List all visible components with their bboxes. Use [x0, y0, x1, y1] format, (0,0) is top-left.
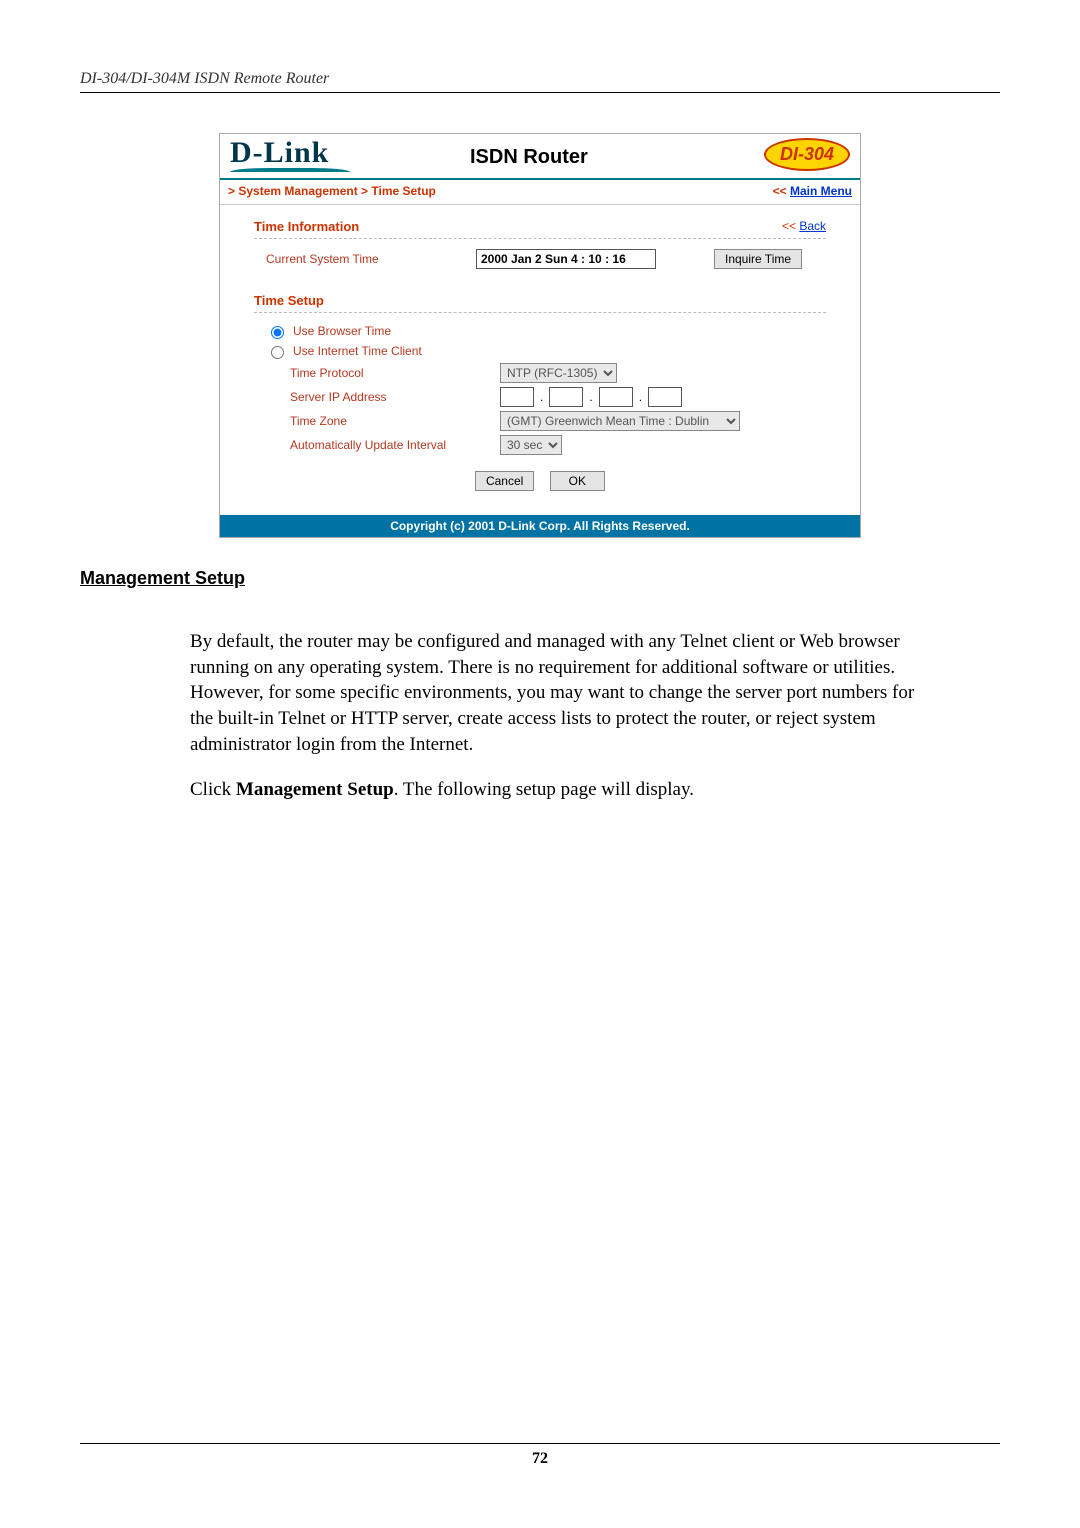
- router-ui-frame: D-Link ISDN Router DI-304 > System Manag…: [219, 133, 861, 538]
- ui-top-bar: D-Link ISDN Router DI-304: [220, 134, 860, 180]
- ok-button[interactable]: OK: [550, 471, 605, 491]
- para2-prefix: Click: [190, 779, 236, 800]
- section-header: Time Information << Back: [254, 219, 826, 239]
- page-number: 72: [532, 1450, 548, 1467]
- section-time-information: Time Information << Back Current System …: [220, 205, 860, 279]
- time-zone-select[interactable]: (GMT) Greenwich Mean Time : Dublin: [500, 411, 740, 431]
- doc-paragraph-1: By default, the router may be configured…: [190, 629, 930, 757]
- main-menu-link[interactable]: << Main Menu: [773, 184, 852, 198]
- ip-octet-3[interactable]: [599, 387, 633, 407]
- ip-octet-2[interactable]: [549, 387, 583, 407]
- label-update-interval: Automatically Update Interval: [254, 438, 500, 452]
- current-time-field[interactable]: [476, 249, 656, 269]
- section-header: Time Setup: [254, 293, 826, 313]
- main-menu-label: Main Menu: [790, 184, 852, 198]
- ip-octet-1[interactable]: [500, 387, 534, 407]
- row-server-ip: Server IP Address . . .: [254, 387, 826, 407]
- product-title: ISDN Router: [470, 146, 588, 169]
- row-current-time: Current System Time Inquire Time: [254, 249, 826, 269]
- brand-logo: D-Link: [230, 136, 329, 170]
- label-server-ip: Server IP Address: [254, 390, 500, 404]
- main-menu-prefix: <<: [773, 184, 790, 198]
- back-label: Back: [799, 219, 826, 233]
- label-time-zone: Time Zone: [254, 414, 500, 428]
- brand-underline: [230, 168, 350, 176]
- radio-internet-time[interactable]: [271, 346, 284, 359]
- row-update-interval: Automatically Update Interval 30 sec: [254, 435, 826, 455]
- document-page: DI-304/DI-304M ISDN Remote Router D-Link…: [0, 0, 1080, 1528]
- back-link[interactable]: << Back: [782, 219, 826, 234]
- doc-section-heading: Management Setup: [80, 568, 1000, 589]
- doc-paragraph-2: Click Management Setup. The following se…: [190, 777, 930, 803]
- section-time-setup: Time Setup Use Browser Time Use Internet…: [220, 279, 860, 515]
- radio-browser-time-row: Use Browser Time: [254, 323, 826, 339]
- update-interval-select[interactable]: 30 sec: [500, 435, 562, 455]
- breadcrumb-bar: > System Management > Time Setup << Main…: [220, 180, 860, 205]
- section-title-time-setup: Time Setup: [254, 293, 324, 308]
- back-prefix: <<: [782, 219, 799, 233]
- label-current-time: Current System Time: [254, 252, 476, 266]
- label-time-protocol: Time Protocol: [254, 366, 500, 380]
- page-header: DI-304/DI-304M ISDN Remote Router: [80, 70, 1000, 93]
- cancel-button[interactable]: Cancel: [475, 471, 534, 491]
- inquire-time-button[interactable]: Inquire Time: [714, 249, 802, 269]
- radio-internet-time-row: Use Internet Time Client: [254, 343, 826, 359]
- breadcrumb: > System Management > Time Setup: [228, 184, 436, 198]
- row-time-zone: Time Zone (GMT) Greenwich Mean Time : Du…: [254, 411, 826, 431]
- radio-browser-time-label: Use Browser Time: [293, 324, 391, 338]
- time-protocol-select[interactable]: NTP (RFC-1305): [500, 363, 617, 383]
- para2-suffix: . The following setup page will display.: [394, 779, 694, 800]
- section-title-time-info: Time Information: [254, 219, 359, 234]
- button-row: Cancel OK: [254, 459, 826, 509]
- radio-internet-time-label: Use Internet Time Client: [293, 344, 422, 358]
- page-footer: 72: [80, 1443, 1000, 1468]
- row-time-protocol: Time Protocol NTP (RFC-1305): [254, 363, 826, 383]
- ui-footer: Copyright (c) 2001 D-Link Corp. All Righ…: [220, 515, 860, 537]
- radio-browser-time[interactable]: [271, 326, 284, 339]
- ip-octet-4[interactable]: [648, 387, 682, 407]
- model-badge: DI-304: [764, 138, 850, 171]
- para2-bold: Management Setup: [236, 779, 394, 800]
